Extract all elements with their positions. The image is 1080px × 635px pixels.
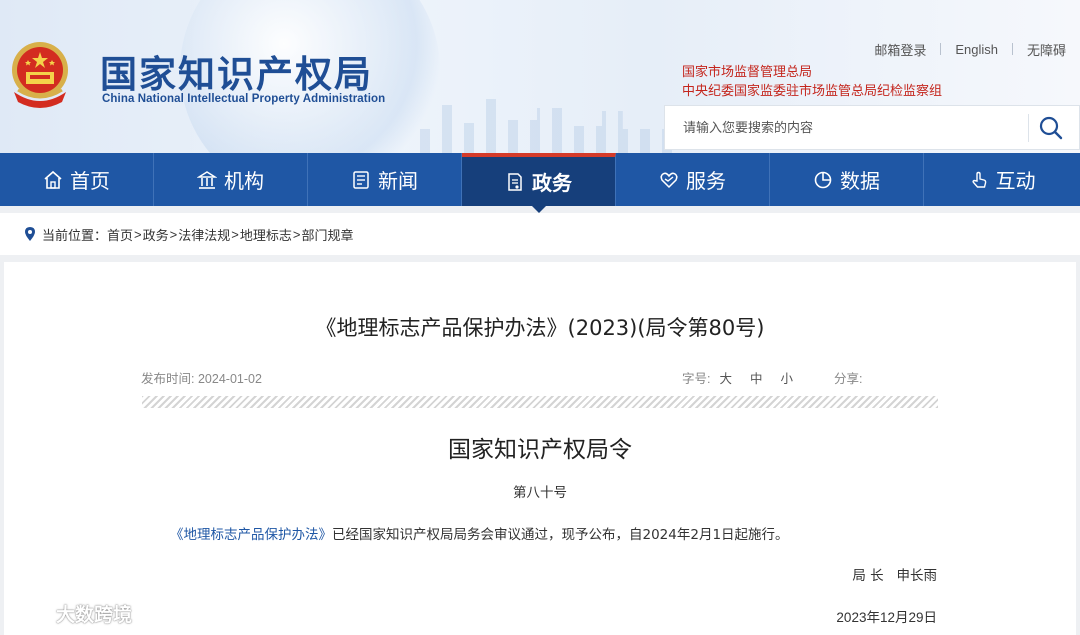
breadcrumb-item-geographical-indication[interactable]: 地理标志 — [240, 225, 292, 244]
nav-label: 数据 — [840, 169, 880, 193]
nav-item-government-affairs[interactable]: 政务 — [462, 153, 616, 213]
publish-label: 发布时间: — [141, 372, 195, 386]
share-label[interactable]: 分享: — [834, 368, 862, 387]
article-panel: 《地理标志产品保护办法》(2023)(局令第80号) 发布时间: 2024-01… — [4, 262, 1076, 635]
data-chart-icon — [814, 171, 832, 188]
font-size-label: 字号: — [682, 372, 711, 386]
nav-label: 互动 — [995, 169, 1036, 193]
institution-icon — [197, 170, 217, 189]
breadcrumb-item-laws[interactable]: 法律法规 — [178, 225, 230, 244]
watermark-logo-icon — [10, 605, 46, 623]
search-icon[interactable] — [1035, 112, 1067, 144]
font-size-large-button[interactable]: 大 — [710, 368, 741, 387]
nav-item-interaction[interactable]: 互动 — [924, 153, 1080, 206]
breadcrumb-item-home[interactable]: 首页 — [107, 225, 133, 244]
breadcrumb-separator: > — [169, 226, 178, 242]
nav-label: 新闻 — [378, 169, 418, 193]
signature: 局 长 申长雨 — [852, 568, 937, 584]
nav-label: 服务 — [686, 169, 726, 193]
parent-org-link-discipline[interactable]: 中央纪委国家监委驻市场监管总局纪检监察组 — [682, 80, 942, 99]
breadcrumb-separator: > — [231, 226, 239, 242]
news-icon — [353, 170, 369, 189]
site-title[interactable]: 国家知识产权局 — [100, 44, 373, 98]
location-pin-icon — [25, 227, 35, 241]
nav-item-data[interactable]: 数据 — [770, 153, 924, 206]
nav-label: 机构 — [224, 169, 264, 193]
font-size-medium-button[interactable]: 中 — [741, 368, 772, 387]
top-links: 邮箱登录 English 无障碍 — [860, 40, 1080, 58]
article-title: 《地理标志产品保护办法》(2023)(局令第80号) — [315, 316, 765, 340]
decree-number: 第八十号 — [513, 485, 567, 501]
english-link[interactable]: English — [941, 42, 1012, 57]
signing-date: 2023年12月29日 — [836, 610, 937, 625]
skyline-background — [420, 99, 680, 153]
nav-item-home[interactable]: 首页 — [0, 153, 154, 206]
accessibility-link[interactable]: 无障碍 — [1013, 40, 1080, 59]
breadcrumb-separator: > — [134, 226, 142, 242]
watermark: 大数跨境 — [10, 600, 132, 627]
government-affairs-icon — [508, 172, 522, 191]
search-box — [664, 105, 1080, 150]
main-nav: 首页 机构 新闻 政务 服务 数据 互动 — [0, 153, 1080, 213]
breadcrumb: 当前位置： 首页 > 政务 > 法律法规 > 地理标志 > 部门规章 — [0, 213, 1080, 255]
decree-title: 国家知识产权局令 — [448, 437, 632, 463]
nav-label: 首页 — [70, 169, 110, 193]
font-size-small-button[interactable]: 小 — [772, 368, 803, 387]
parent-org-link-samr[interactable]: 国家市场监督管理总局 — [682, 61, 812, 80]
watermark-text: 大数跨境 — [56, 604, 133, 626]
breadcrumb-item-government-affairs[interactable]: 政务 — [143, 225, 169, 244]
body-text: 已经国家知识产权局局务会审议通过，现予公布，自2024年2月1日起施行。 — [332, 527, 789, 543]
breadcrumb-item-department-rules[interactable]: 部门规章 — [301, 225, 353, 244]
publish-info: 发布时间: 2024-01-02 — [141, 368, 262, 387]
nav-item-institution[interactable]: 机构 — [154, 153, 308, 206]
article-tools: 字号: 大 中 小 分享: — [682, 368, 863, 387]
search-input[interactable] — [665, 106, 1027, 149]
national-emblem-icon — [12, 42, 68, 108]
search-divider — [1028, 114, 1029, 142]
mail-login-link[interactable]: 邮箱登录 — [860, 40, 940, 59]
service-icon — [660, 172, 678, 188]
hatched-divider — [142, 396, 938, 408]
breadcrumb-label: 当前位置： — [42, 227, 108, 243]
interaction-hand-icon — [971, 171, 986, 188]
site-title-english: China National Intellectual Property Adm… — [102, 93, 386, 105]
nav-item-service[interactable]: 服务 — [616, 153, 770, 206]
site-header: 国家知识产权局 China National Intellectual Prop… — [0, 0, 1080, 153]
law-document-link[interactable]: 《地理标志产品保护办法》 — [170, 527, 332, 543]
nav-label: 政务 — [532, 171, 572, 195]
nav-item-news[interactable]: 新闻 — [308, 153, 462, 206]
article-body-paragraph: 《地理标志产品保护办法》已经国家知识产权局局务会审议通过，现予公布，自2024年… — [170, 523, 789, 543]
publish-date: 2024-01-02 — [197, 372, 262, 386]
home-icon — [44, 170, 62, 189]
breadcrumb-separator: > — [292, 226, 301, 242]
